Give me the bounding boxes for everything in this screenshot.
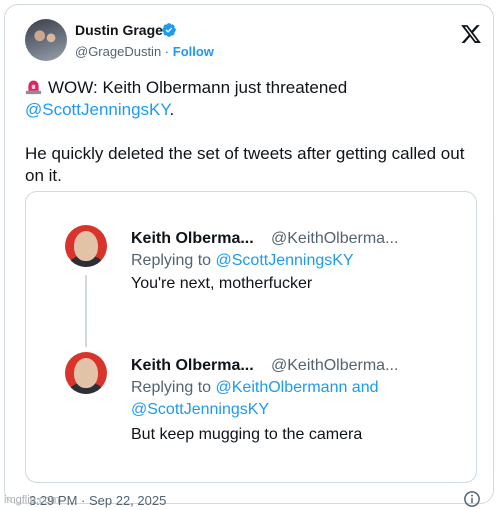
embedded-tweet-body: You're next, motherfucker [131, 275, 313, 292]
imgflip-watermark: imgflip.com [4, 494, 60, 506]
embedded-author-name[interactable]: Keith Olberma... [131, 357, 254, 375]
replying-to-label: Replying to [131, 252, 216, 269]
embedded-author-name[interactable]: Keith Olberma... [131, 230, 254, 248]
tweet-text: WOW: Keith Olbermann just threatened @Sc… [25, 77, 475, 187]
author-handle[interactable]: @GrageDustin [75, 44, 161, 59]
tweet-line-1-end: . [169, 100, 175, 119]
replying-to: Replying to @ScottJenningsKY [131, 250, 354, 272]
author-meta: @GrageDustin · Follow [75, 44, 214, 59]
info-icon[interactable] [463, 490, 481, 508]
x-logo-icon[interactable] [460, 23, 482, 45]
replying-to: Replying to @KeithOlbermann and @ScottJe… [131, 377, 379, 421]
avatar-face [74, 231, 98, 261]
tweet-card: Dustin Grage @GrageDustin · Follow WOW: … [4, 4, 494, 508]
mention-scottjenningsky[interactable]: @ScottJenningsKY [25, 100, 170, 119]
avatar-face [74, 358, 98, 388]
verified-badge-icon [162, 23, 176, 37]
thread-connector [85, 275, 87, 347]
follow-button[interactable]: Follow [173, 44, 214, 59]
author-name[interactable]: Dustin Grage [75, 22, 163, 38]
tweet-line-1: WOW: Keith Olbermann just threatened @Sc… [25, 77, 475, 121]
embedded-tweet-body: But keep mugging to the camera [131, 426, 363, 443]
olbermann-avatar[interactable] [65, 352, 107, 394]
replying-to-label: Replying to [131, 379, 216, 396]
reply-mention[interactable]: @KeithOlbermann [216, 379, 348, 396]
olbermann-avatar[interactable] [65, 225, 107, 267]
meta-separator: · [161, 44, 173, 59]
embedded-author-handle[interactable]: @KeithOlberma... [271, 230, 398, 248]
siren-icon [25, 80, 42, 95]
reply-mention[interactable]: @ScottJenningsKY [131, 401, 269, 418]
author-avatar[interactable] [25, 19, 67, 61]
tweet-line-1-text: WOW: Keith Olbermann just threatened [48, 78, 348, 97]
reply-mention[interactable]: @ScottJenningsKY [216, 252, 354, 269]
tweet-line-2: He quickly deleted the set of tweets aft… [25, 144, 465, 185]
reply-joiner: and [347, 379, 379, 396]
embedded-author-handle[interactable]: @KeithOlberma... [271, 357, 398, 375]
